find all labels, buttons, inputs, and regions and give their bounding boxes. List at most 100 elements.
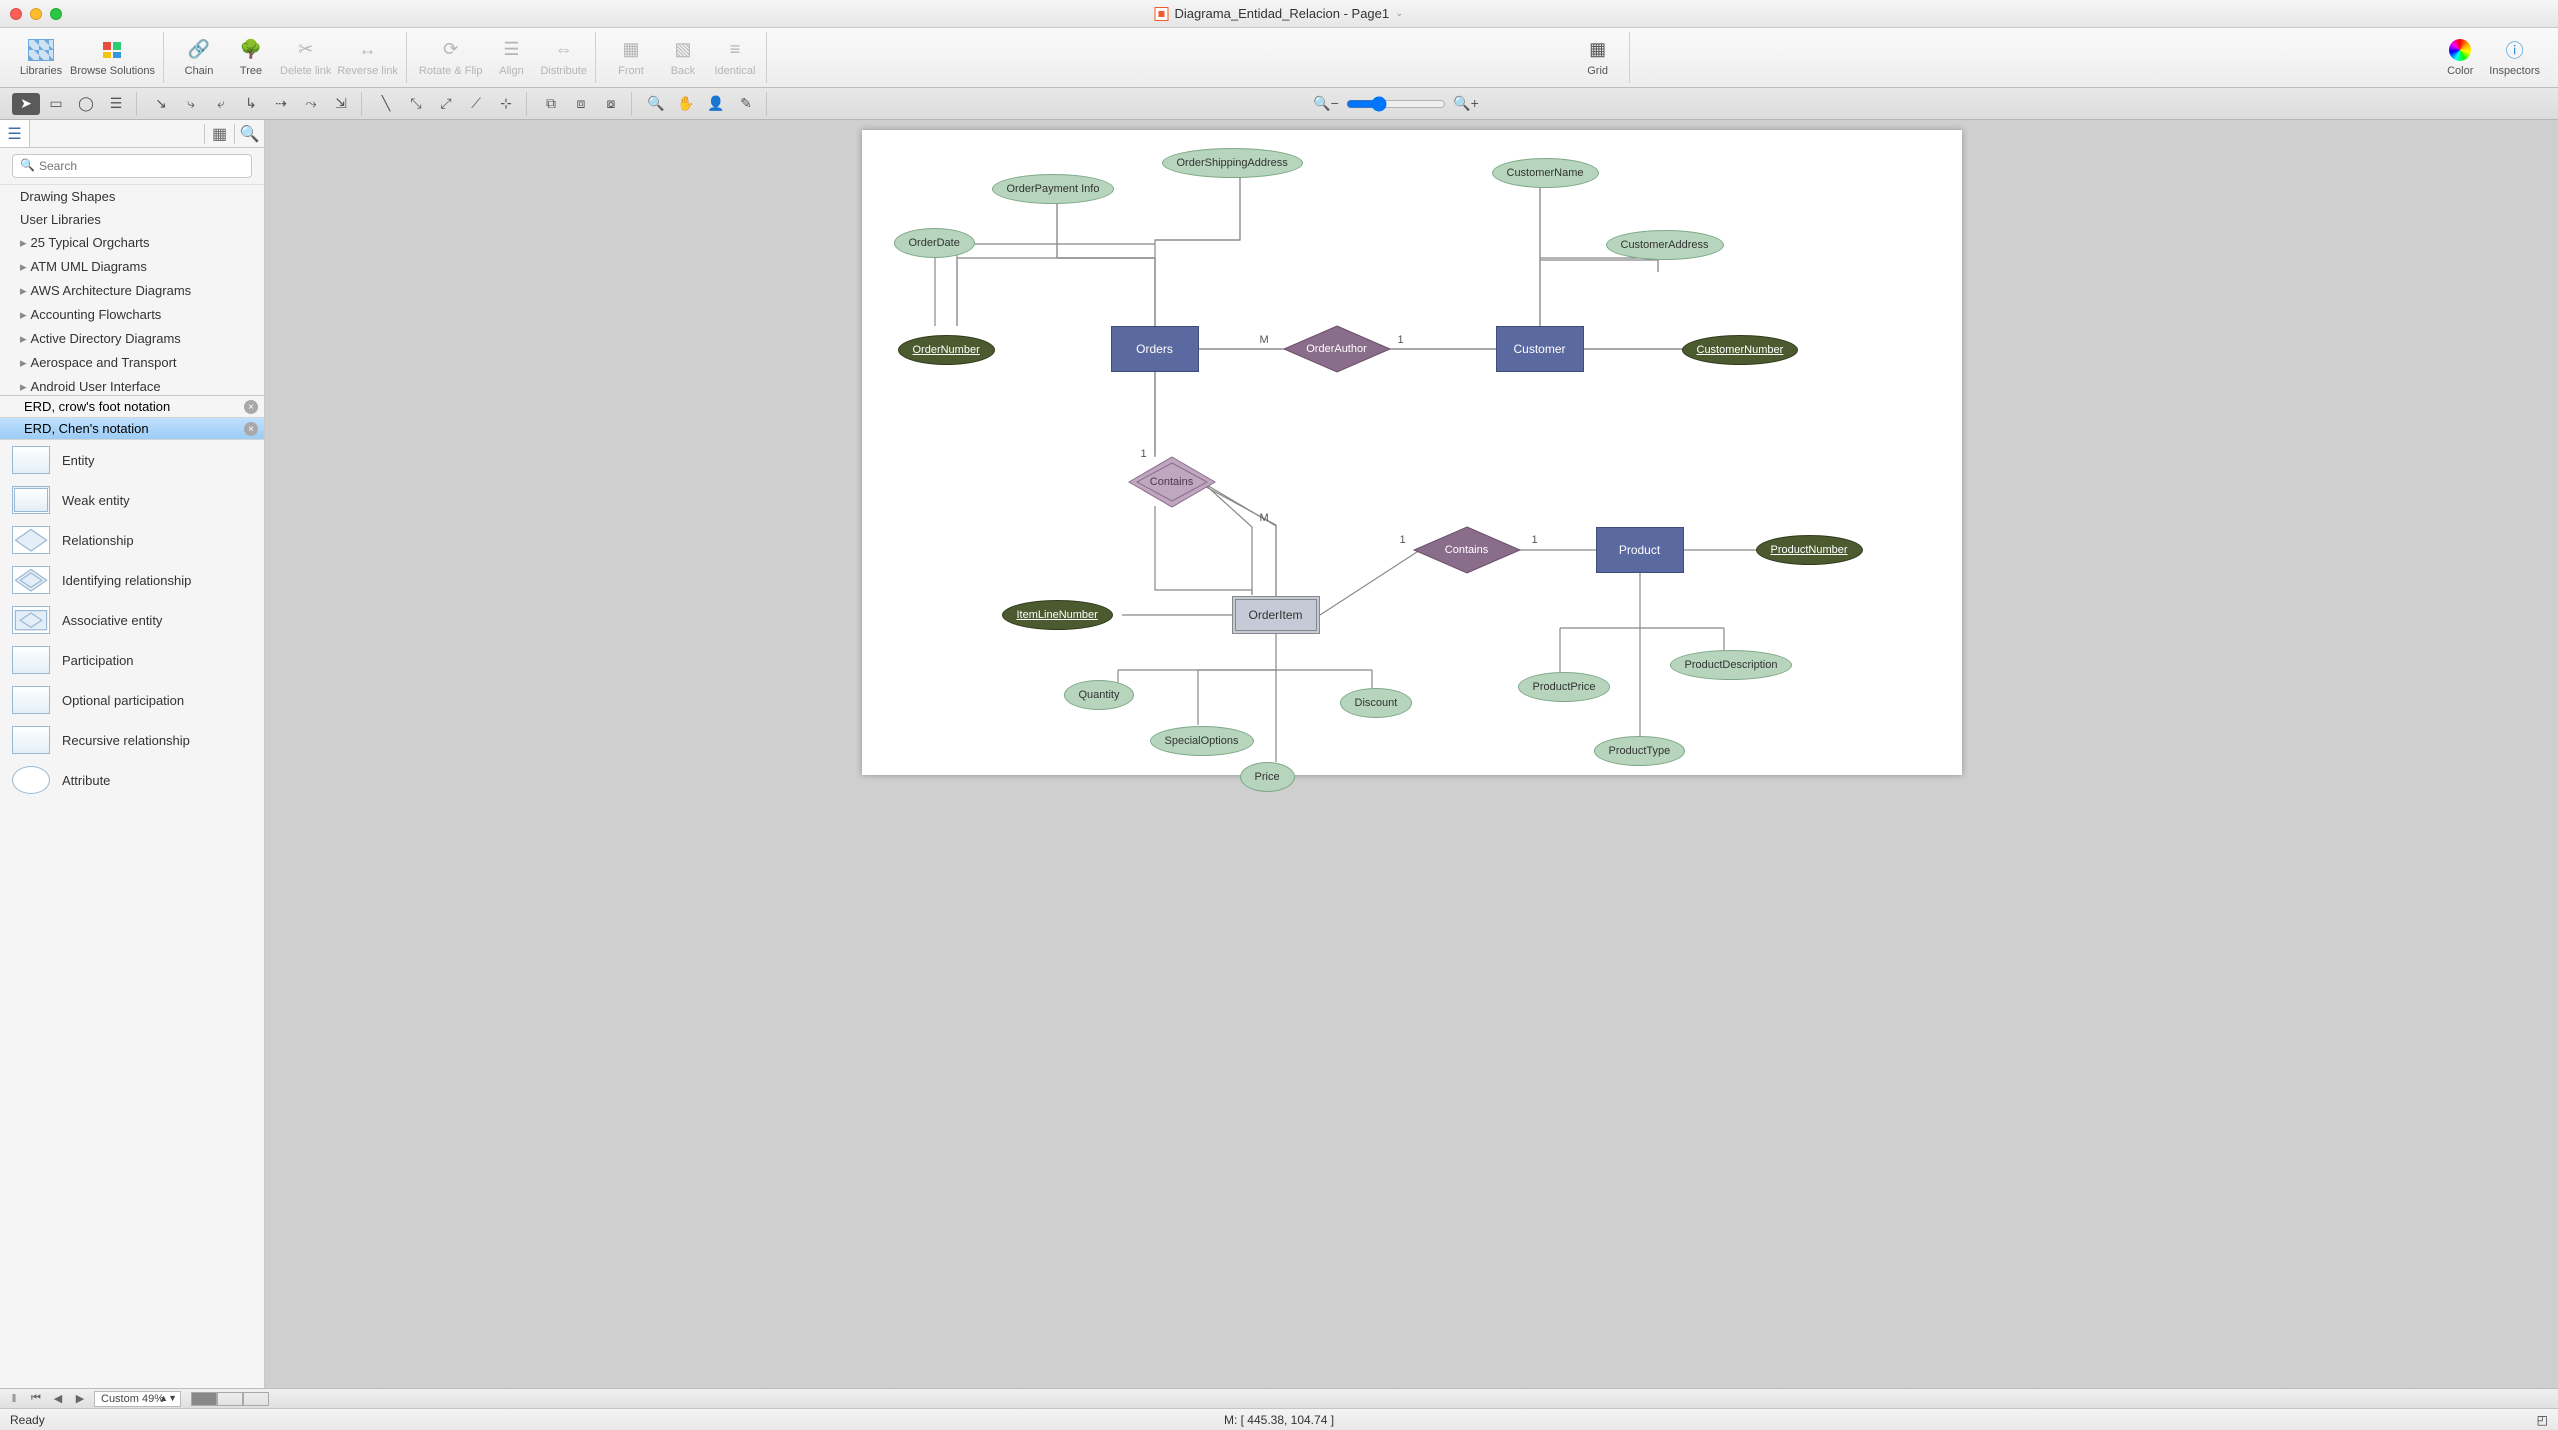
chain-button[interactable]: 🔗Chain xyxy=(176,39,222,77)
magnify-tool[interactable]: 🔍 xyxy=(642,93,670,115)
connector-5[interactable]: ⇢ xyxy=(267,93,295,115)
grid-button[interactable]: ▦Grid xyxy=(1575,39,1621,77)
nav-prev[interactable]: ◀ xyxy=(50,1392,66,1405)
line-tool-1[interactable]: ╲ xyxy=(372,93,400,115)
entity-customer[interactable]: Customer xyxy=(1496,326,1584,372)
attr-customeraddr[interactable]: CustomerAddress xyxy=(1606,230,1724,260)
lib-item[interactable]: AWS Architecture Diagrams xyxy=(0,279,264,303)
page-tab-2[interactable] xyxy=(217,1392,243,1406)
group-tool-2[interactable]: ⧈ xyxy=(567,93,595,115)
browse-solutions-button[interactable]: Browse Solutions xyxy=(70,39,155,77)
shape-attribute[interactable]: Attribute xyxy=(0,760,264,800)
library-tab-crowsfoot[interactable]: ERD, crow's foot notation × xyxy=(0,396,264,418)
crop-tool[interactable]: 👤 xyxy=(702,93,730,115)
inspectors-button[interactable]: ⓘInspectors xyxy=(2489,39,2540,77)
canvas[interactable]: Orders Customer Product OrderItem OrderA… xyxy=(862,130,1962,775)
lib-item[interactable]: Aerospace and Transport xyxy=(0,351,264,375)
split-handle[interactable]: ‖ xyxy=(6,1393,22,1405)
connector-6[interactable]: ⤳ xyxy=(297,93,325,115)
key-itemlinenumber[interactable]: ItemLineNumber xyxy=(1002,600,1113,630)
pen-tool[interactable]: ✎ xyxy=(732,93,760,115)
entity-product[interactable]: Product xyxy=(1596,527,1684,573)
library-tree[interactable]: Drawing Shapes User Libraries 25 Typical… xyxy=(0,185,264,395)
shape-identifying-relationship[interactable]: Identifying relationship xyxy=(0,560,264,600)
key-productnumber[interactable]: ProductNumber xyxy=(1756,535,1863,565)
key-customernumber[interactable]: CustomerNumber xyxy=(1682,335,1799,365)
page-tabs[interactable] xyxy=(191,1392,269,1406)
weak-entity-orderitem[interactable]: OrderItem xyxy=(1232,596,1320,634)
attr-discount[interactable]: Discount xyxy=(1340,688,1413,718)
connector-3[interactable]: ⤶ xyxy=(207,93,235,115)
attr-ordershipping[interactable]: OrderShippingAddress xyxy=(1162,148,1303,178)
attr-orderdate[interactable]: OrderDate xyxy=(894,228,975,258)
close-icon[interactable]: × xyxy=(244,400,258,414)
zoom-out-button[interactable]: 🔍− xyxy=(1312,93,1340,115)
resize-grip-icon[interactable]: ◰ xyxy=(2537,1413,2548,1427)
libraries-button[interactable]: Libraries xyxy=(18,39,64,77)
shape-entity[interactable]: Entity xyxy=(0,440,264,480)
zoom-slider[interactable] xyxy=(1346,96,1446,112)
relation-contains-product[interactable]: Contains xyxy=(1412,525,1522,575)
lib-item[interactable]: Android User Interface xyxy=(0,375,264,395)
zoom-window-icon[interactable] xyxy=(50,8,62,20)
minimize-window-icon[interactable] xyxy=(30,8,42,20)
group-tool-1[interactable]: ⧉ xyxy=(537,93,565,115)
line-tool-3[interactable]: ⤢ xyxy=(432,93,460,115)
relation-contains-orders[interactable]: Contains xyxy=(1127,455,1217,509)
attr-specialoptions[interactable]: SpecialOptions xyxy=(1150,726,1254,756)
pointer-tool[interactable]: ➤ xyxy=(12,93,40,115)
zoom-in-button[interactable]: 🔍+ xyxy=(1452,93,1480,115)
nav-first[interactable]: ⏮ xyxy=(28,1392,44,1405)
shape-relationship[interactable]: Relationship xyxy=(0,520,264,560)
color-button[interactable]: Color xyxy=(2437,39,2483,77)
zoom-select[interactable]: Custom 49% ▲▼ xyxy=(94,1391,181,1407)
shape-associative-entity[interactable]: Associative entity xyxy=(0,600,264,640)
connector-4[interactable]: ↳ xyxy=(237,93,265,115)
view-grid-icon[interactable]: ▦ xyxy=(204,124,234,144)
lib-item[interactable]: ATM UML Diagrams xyxy=(0,255,264,279)
page-tab-3[interactable] xyxy=(243,1392,269,1406)
connector-7[interactable]: ⇲ xyxy=(327,93,355,115)
attr-producttype[interactable]: ProductType xyxy=(1594,736,1686,766)
tree-button[interactable]: 🌳Tree xyxy=(228,39,274,77)
lib-item[interactable]: Accounting Flowcharts xyxy=(0,303,264,327)
shape-optional-participation[interactable]: Optional participation xyxy=(0,680,264,720)
group-tool-3[interactable]: ⧇ xyxy=(597,93,625,115)
hand-tool[interactable]: ✋ xyxy=(672,93,700,115)
text-tool[interactable]: ☰ xyxy=(102,93,130,115)
nav-next[interactable]: ▶ xyxy=(72,1392,88,1405)
search-input[interactable] xyxy=(12,154,252,178)
canvas-area[interactable]: Orders Customer Product OrderItem OrderA… xyxy=(265,120,2558,1388)
shape-weak-entity[interactable]: Weak entity xyxy=(0,480,264,520)
connector-1[interactable]: ↘ xyxy=(147,93,175,115)
close-icon[interactable]: × xyxy=(244,422,258,436)
shape-recursive-relationship[interactable]: Recursive relationship xyxy=(0,720,264,760)
search-tab-icon[interactable]: 🔍 xyxy=(234,124,264,144)
entity-orders[interactable]: Orders xyxy=(1111,326,1199,372)
rect-tool[interactable]: ▭ xyxy=(42,93,70,115)
key-ordernumber[interactable]: OrderNumber xyxy=(898,335,995,365)
close-window-icon[interactable] xyxy=(10,8,22,20)
connector-2[interactable]: ⤷ xyxy=(177,93,205,115)
attr-productdesc[interactable]: ProductDescription xyxy=(1670,650,1793,680)
attr-customername[interactable]: CustomerName xyxy=(1492,158,1599,188)
attr-quantity[interactable]: Quantity xyxy=(1064,680,1135,710)
shape-participation[interactable]: Participation xyxy=(0,640,264,680)
attr-orderpayment[interactable]: OrderPayment Info xyxy=(992,174,1115,204)
line-tool-5[interactable]: ⊹ xyxy=(492,93,520,115)
ellipse-tool[interactable]: ◯ xyxy=(72,93,100,115)
page-tab-1[interactable] xyxy=(191,1392,217,1406)
lib-item[interactable]: 25 Typical Orgcharts xyxy=(0,231,264,255)
line-tool-2[interactable]: ⤡ xyxy=(402,93,430,115)
library-tab-chen[interactable]: ERD, Chen's notation × xyxy=(0,418,264,440)
relation-orderauthor[interactable]: OrderAuthor xyxy=(1282,324,1392,374)
line-tool-4[interactable]: ⟋ xyxy=(462,93,490,115)
lib-item[interactable]: Drawing Shapes xyxy=(0,185,264,208)
lib-item[interactable]: User Libraries xyxy=(0,208,264,231)
attr-price[interactable]: Price xyxy=(1240,762,1295,792)
sidebar-tab-tree[interactable]: ☰ xyxy=(0,120,30,147)
lib-item[interactable]: Active Directory Diagrams xyxy=(0,327,264,351)
shape-list[interactable]: Entity Weak entity Relationship Identify… xyxy=(0,440,264,1388)
chevron-down-icon[interactable]: ⌄ xyxy=(1395,8,1403,19)
attr-productprice[interactable]: ProductPrice xyxy=(1518,672,1611,702)
